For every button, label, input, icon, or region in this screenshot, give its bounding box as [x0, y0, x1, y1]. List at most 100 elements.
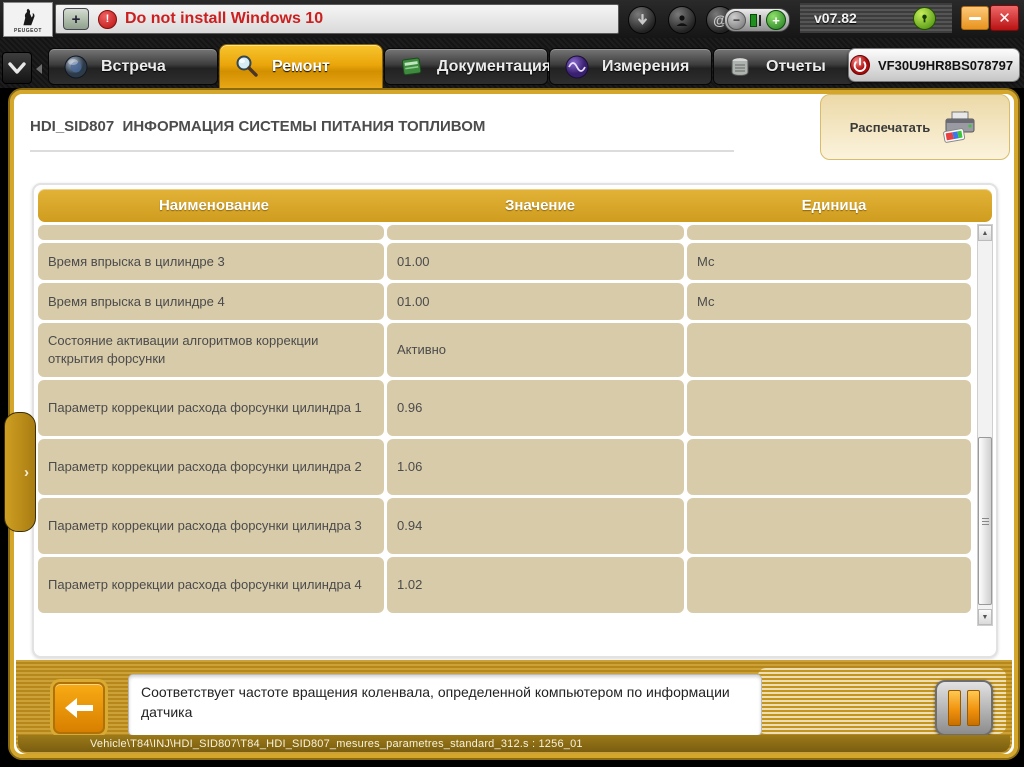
- main-panel: Распечатать HDI_SID807 ИНФОРМАЦИЯ СИСТЕМ…: [8, 88, 1020, 760]
- peugeot-logo: PEUGEOT: [3, 2, 53, 37]
- printer-icon: [940, 111, 980, 143]
- scrollbar-down-icon[interactable]: ▼: [978, 609, 992, 625]
- table-row[interactable]: Параметр коррекции расхода форсунки цили…: [38, 557, 974, 613]
- cell-name: Параметр коррекции расхода форсунки цили…: [38, 557, 384, 613]
- cell-name: Время впрыска в цилиндре 4: [38, 283, 384, 320]
- table-body: Время впрыска в цилиндре 3 01.00 Мс Врем…: [38, 225, 974, 616]
- tab-reports[interactable]: Отчеты: [713, 48, 855, 85]
- peugeot-lion-icon: [17, 6, 39, 28]
- tab-bar: Встреча Ремонт Документация Измерения: [0, 38, 1024, 88]
- scrollbar-up-icon[interactable]: ▲: [978, 225, 992, 241]
- download-icon: [636, 14, 649, 27]
- measurements-wave-icon: [564, 54, 590, 80]
- cell-name: Параметр коррекции расхода форсунки цили…: [38, 439, 384, 495]
- expand-plus-button[interactable]: +: [63, 8, 89, 30]
- user-button[interactable]: [668, 6, 696, 34]
- table-row[interactable]: Время впрыска в цилиндре 4 01.00 Мс: [38, 283, 974, 320]
- meeting-globe-icon: [63, 54, 89, 80]
- cell-unit: [687, 557, 971, 613]
- cell-value: 1.02: [387, 557, 684, 613]
- hint-message: Соответствует частоте вращения коленвала…: [128, 674, 762, 736]
- scroll-tabs-left-icon[interactable]: [36, 64, 42, 74]
- volume-minus-icon[interactable]: −: [727, 11, 746, 30]
- tab-label: Ремонт: [272, 58, 330, 76]
- table-scrollbar[interactable]: ▲ ▼: [977, 224, 993, 626]
- column-header-value: Значение: [390, 197, 690, 214]
- download-button[interactable]: [628, 6, 656, 34]
- page-title: HDI_SID807 ИНФОРМАЦИЯ СИСТЕМЫ ПИТАНИЯ ТО…: [30, 118, 485, 135]
- close-icon: ✕: [998, 11, 1011, 26]
- print-button[interactable]: Распечатать: [820, 94, 1010, 160]
- documentation-book-icon: [399, 54, 425, 80]
- warning-text: Do not install Windows 10: [125, 10, 323, 28]
- cell-value: 1.06: [387, 439, 684, 495]
- table-row[interactable]: Параметр коррекции расхода форсунки цили…: [38, 380, 974, 436]
- column-header-unit: Единица: [690, 197, 978, 214]
- tab-label: Встреча: [101, 58, 166, 76]
- minimize-button[interactable]: [961, 6, 989, 30]
- table-row[interactable]: [38, 225, 974, 240]
- reports-icon: [728, 54, 754, 80]
- tab-measurements[interactable]: Измерения: [549, 48, 712, 85]
- cell-value: 0.96: [387, 380, 684, 436]
- status-bar: Vehicle\T84\INJ\HDI_SID807\T84_HDI_SID80…: [18, 735, 1010, 752]
- cell-value: [387, 225, 684, 240]
- volume-level-indicator: [750, 14, 761, 27]
- message-strip: + ! Do not install Windows 10: [55, 4, 619, 34]
- cell-unit: Мс: [687, 243, 971, 280]
- print-label: Распечатать: [850, 120, 930, 135]
- chevron-down-icon: [7, 61, 27, 75]
- pause-icon: [948, 690, 961, 726]
- cell-name: Состояние активации алгоритмов коррекции…: [38, 323, 384, 377]
- table-row[interactable]: Параметр коррекции расхода форсунки цили…: [38, 439, 974, 495]
- cell-unit: [687, 380, 971, 436]
- vin-session-button[interactable]: VF30U9HR8BS078797: [848, 48, 1020, 82]
- pause-button[interactable]: [935, 680, 993, 736]
- table-header-row: Наименование Значение Единица: [38, 189, 992, 222]
- cell-value: Активно: [387, 323, 684, 377]
- cell-value: 01.00: [387, 283, 684, 320]
- tab-label: Документация: [437, 58, 551, 76]
- scrollbar-thumb[interactable]: [978, 437, 992, 605]
- table-row[interactable]: Параметр коррекции расхода форсунки цили…: [38, 498, 974, 554]
- logo-text: PEUGEOT: [14, 28, 42, 34]
- cell-unit: [687, 225, 971, 240]
- cell-unit: [687, 498, 971, 554]
- cell-unit: Мс: [687, 283, 971, 320]
- tab-repair[interactable]: Ремонт: [219, 44, 383, 90]
- cell-name: Параметр коррекции расхода форсунки цили…: [38, 498, 384, 554]
- parameters-table: Наименование Значение Единица Время впры…: [32, 183, 998, 658]
- version-text: v07.82: [814, 10, 857, 26]
- chevron-right-icon: ›: [24, 464, 29, 481]
- status-path: Vehicle\T84\INJ\HDI_SID807\T84_HDI_SID80…: [90, 738, 583, 750]
- back-button[interactable]: [53, 682, 105, 734]
- cell-name: Параметр коррекции расхода форсунки цили…: [38, 380, 384, 436]
- tab-label: Измерения: [602, 58, 689, 76]
- tab-meeting[interactable]: Встреча: [48, 48, 218, 85]
- vin-label: VF30U9HR8BS078797: [878, 58, 1013, 73]
- collapse-tabs-button[interactable]: [2, 52, 32, 84]
- tab-documentation[interactable]: Документация: [384, 48, 548, 85]
- cell-name: [38, 225, 384, 240]
- lock-icon: [913, 7, 936, 30]
- user-icon: [675, 13, 689, 27]
- cell-value: 01.00: [387, 243, 684, 280]
- cell-value: 0.94: [387, 498, 684, 554]
- power-icon: [849, 54, 871, 76]
- tab-label: Отчеты: [766, 58, 826, 76]
- repair-magnifier-icon: [234, 54, 260, 80]
- warning-icon: !: [98, 10, 117, 29]
- footer-bar: Соответствует частоте вращения коленвала…: [16, 660, 1012, 754]
- side-panel-handle[interactable]: ›: [4, 412, 36, 532]
- table-row[interactable]: Состояние активации алгоритмов коррекции…: [38, 323, 974, 377]
- version-panel: v07.82: [800, 3, 952, 33]
- back-arrow-icon: [63, 696, 95, 720]
- volume-plus-icon[interactable]: +: [766, 10, 786, 30]
- minimize-icon: [969, 17, 981, 20]
- cell-name: Время впрыска в цилиндре 3: [38, 243, 384, 280]
- volume-control[interactable]: − +: [724, 8, 790, 32]
- title-separator: [30, 150, 734, 153]
- close-button[interactable]: ✕: [990, 5, 1019, 31]
- cell-unit: [687, 439, 971, 495]
- table-row[interactable]: Время впрыска в цилиндре 3 01.00 Мс: [38, 243, 974, 280]
